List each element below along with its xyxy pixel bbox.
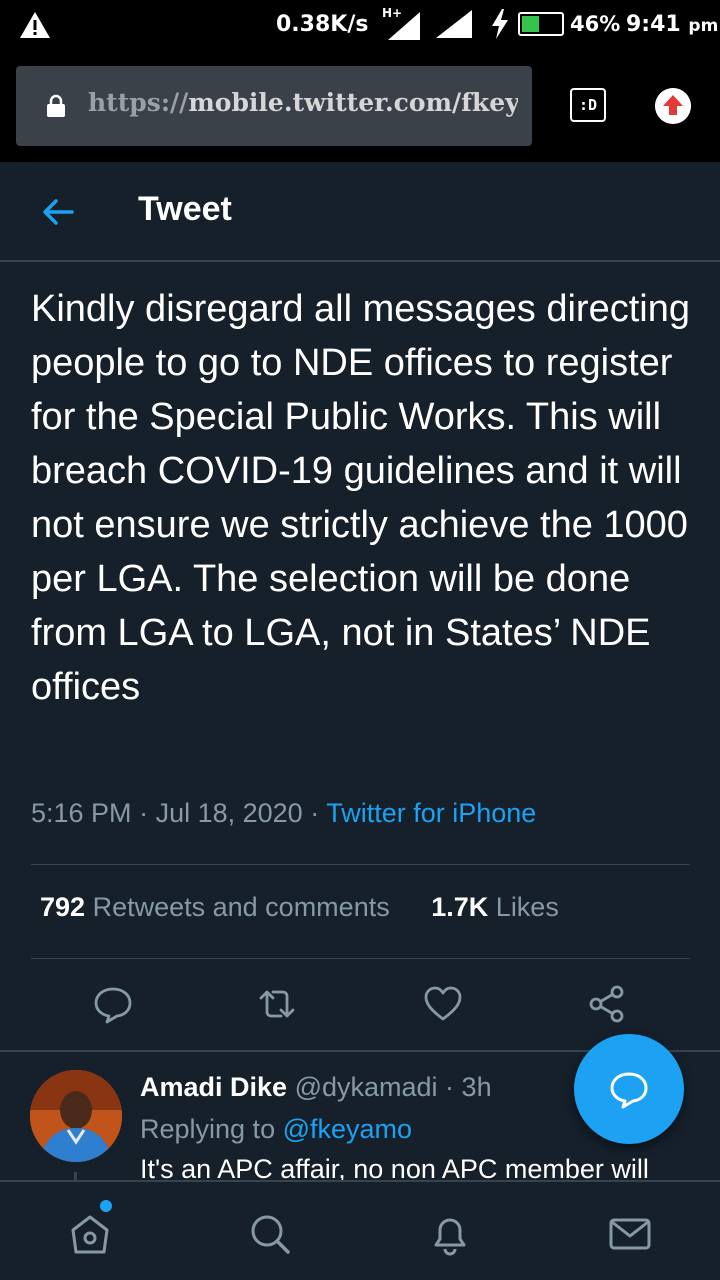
tweet-date: Jul 18, 2020 — [155, 798, 303, 828]
notification-dot — [100, 1200, 112, 1212]
upload-icon[interactable] — [655, 88, 691, 124]
reply-header: Amadi Dike @dykamadi · 3h — [140, 1072, 492, 1102]
clock: 9:41 pm — [626, 12, 719, 37]
network-speed: 0.38K/s — [276, 12, 369, 37]
heart-icon[interactable] — [423, 984, 463, 1024]
address-bar[interactable]: https://mobile.twitter.com/fkeyamo — [16, 66, 532, 146]
tweet-time: 5:16 PM — [31, 798, 132, 828]
share-icon[interactable] — [587, 984, 627, 1024]
thread-line — [74, 1172, 77, 1180]
status-bar: 0.38K/s H+ 46% 9:41 pm — [0, 0, 720, 50]
tweet-text: Kindly disregard all messages directing … — [31, 288, 690, 708]
charging-icon — [492, 9, 508, 39]
reply-handle: @dykamadi — [294, 1072, 438, 1102]
page-title: Tweet — [138, 190, 232, 228]
search-icon[interactable] — [248, 1212, 292, 1256]
page-header: Tweet — [0, 162, 720, 262]
battery-percent: 46% — [570, 12, 621, 36]
tweet-stats: 792 Retweets and comments 1.7K Likes — [40, 892, 559, 923]
warning-icon — [20, 12, 50, 38]
mention-link[interactable]: @fkeyamo — [283, 1114, 412, 1144]
replying-to: Replying to @fkeyamo — [140, 1114, 413, 1144]
mail-icon[interactable] — [608, 1212, 652, 1256]
lock-icon — [47, 94, 65, 117]
tweet-meta: 5:16 PM · Jul 18, 2020 · Twitter for iPh… — [31, 798, 537, 828]
arrow-left-icon[interactable] — [40, 194, 76, 230]
comment-icon[interactable] — [93, 984, 133, 1024]
divider — [31, 958, 690, 959]
bottom-navigation — [0, 1180, 720, 1280]
battery-icon — [518, 12, 564, 36]
home-icon[interactable] — [68, 1212, 112, 1256]
bell-icon[interactable] — [428, 1212, 472, 1256]
signal-icon — [436, 10, 472, 38]
retweet-icon[interactable] — [257, 984, 297, 1024]
reply-time: 3h — [461, 1072, 492, 1102]
reply-author-name[interactable]: Amadi Dike — [140, 1072, 287, 1102]
divider — [31, 864, 690, 865]
compose-reply-icon — [610, 1072, 648, 1109]
likes-stat[interactable]: 1.7K Likes — [431, 892, 559, 922]
reply-text: It's an APC affair, no non APC member wi… — [140, 1154, 649, 1180]
browser-toolbar: https://mobile.twitter.com/fkeyamo :D — [0, 50, 720, 162]
avatar-image — [30, 1070, 122, 1162]
tweet-source-link[interactable]: Twitter for iPhone — [326, 798, 536, 828]
avatar[interactable] — [30, 1070, 122, 1162]
tabs-button[interactable]: :D — [570, 88, 606, 122]
compose-reply-button[interactable] — [574, 1034, 684, 1144]
mobile-signal-icon: H+ — [382, 6, 420, 40]
retweets-stat[interactable]: 792 Retweets and comments — [40, 892, 390, 922]
network-type: H+ — [382, 6, 402, 20]
url-text[interactable]: https://mobile.twitter.com/fkeyamo — [88, 88, 518, 117]
